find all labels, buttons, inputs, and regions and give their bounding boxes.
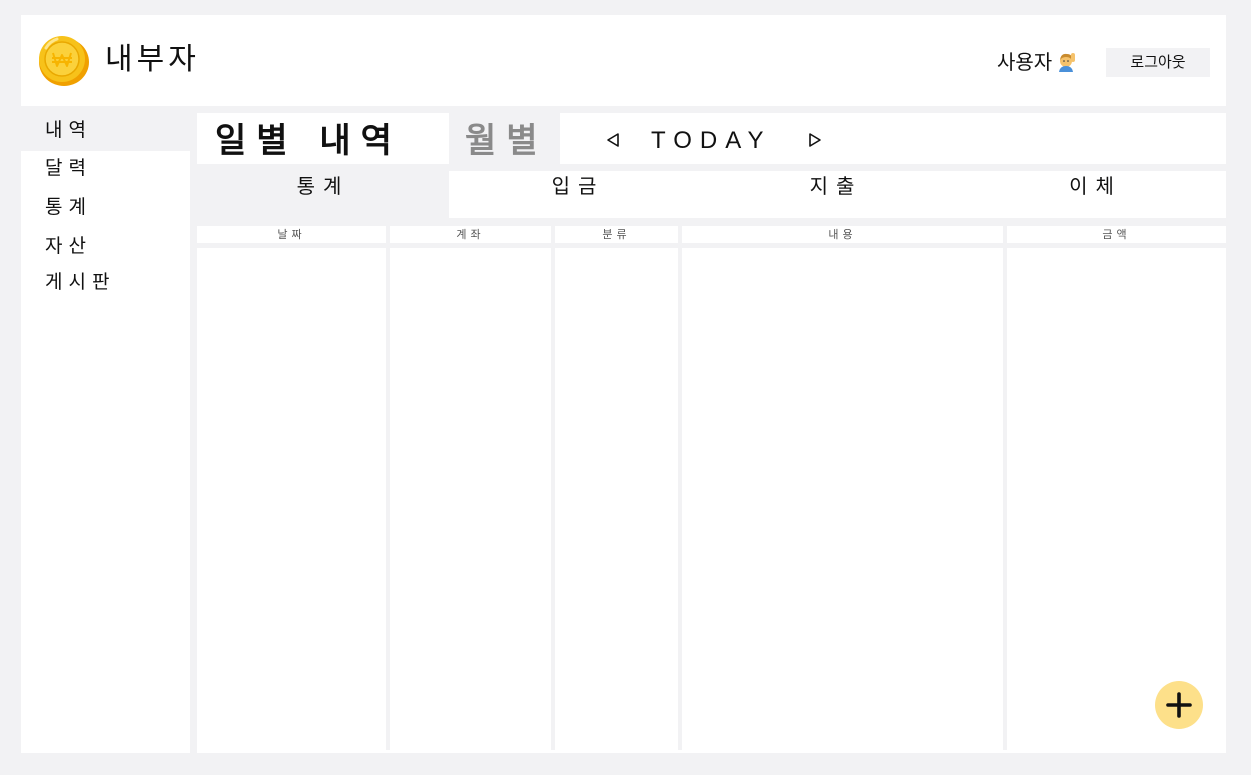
column-body-date [197,248,386,750]
user-info: 사용자 [997,50,1078,74]
column-header-category[interactable]: 분류 [555,226,678,243]
monthly-view-tab[interactable]: 월별 [449,113,560,164]
column-header-content[interactable]: 내용 [682,226,1003,243]
sidebar-item-assets[interactable]: 자산 [21,229,190,267]
app-title: 내부자 [105,42,200,77]
category-tabs: 통계 입금 지출 이체 [197,171,1226,218]
sidebar: 내역 달력 통계 자산 게시판 [21,113,190,753]
today-button[interactable]: TODAY [651,126,771,156]
daily-view-tab[interactable]: 일별 내역 [197,113,449,164]
column-header-date[interactable]: 날짜 [197,226,386,243]
triangle-right-icon[interactable] [808,132,822,148]
column-body-content [682,248,1003,750]
column-body-category [555,248,678,750]
column-body-account [390,248,551,750]
coin-logo-icon[interactable] [37,34,90,87]
sidebar-item-board[interactable]: 게시판 [21,265,190,303]
column-header-amount[interactable]: 금액 [1007,226,1226,243]
column-header-account[interactable]: 계좌 [390,226,551,243]
plus-icon [1166,692,1192,718]
view-toolbar: 일별 내역 월별 TODAY [197,113,1226,164]
column-body-amount [1007,248,1226,750]
tab-expense[interactable]: 지출 [707,171,965,218]
table-footer [197,750,1226,753]
tab-statistics[interactable]: 통계 [197,171,449,218]
triangle-left-icon[interactable] [606,132,620,148]
person-raising-hand-icon [1059,53,1076,72]
logout-button[interactable]: 로그아웃 [1106,48,1210,77]
sidebar-item-statistics[interactable]: 통계 [21,190,190,228]
sidebar-item-calendar[interactable]: 달력 [21,151,190,189]
tab-deposit[interactable]: 입금 [449,171,707,218]
tab-transfer[interactable]: 이체 [965,171,1226,218]
add-entry-button[interactable] [1155,681,1203,729]
header: 내부자 사용자 로그아웃 [21,15,1226,106]
sidebar-item-history[interactable]: 내역 [21,113,190,151]
user-name: 사용자 [997,50,1053,74]
